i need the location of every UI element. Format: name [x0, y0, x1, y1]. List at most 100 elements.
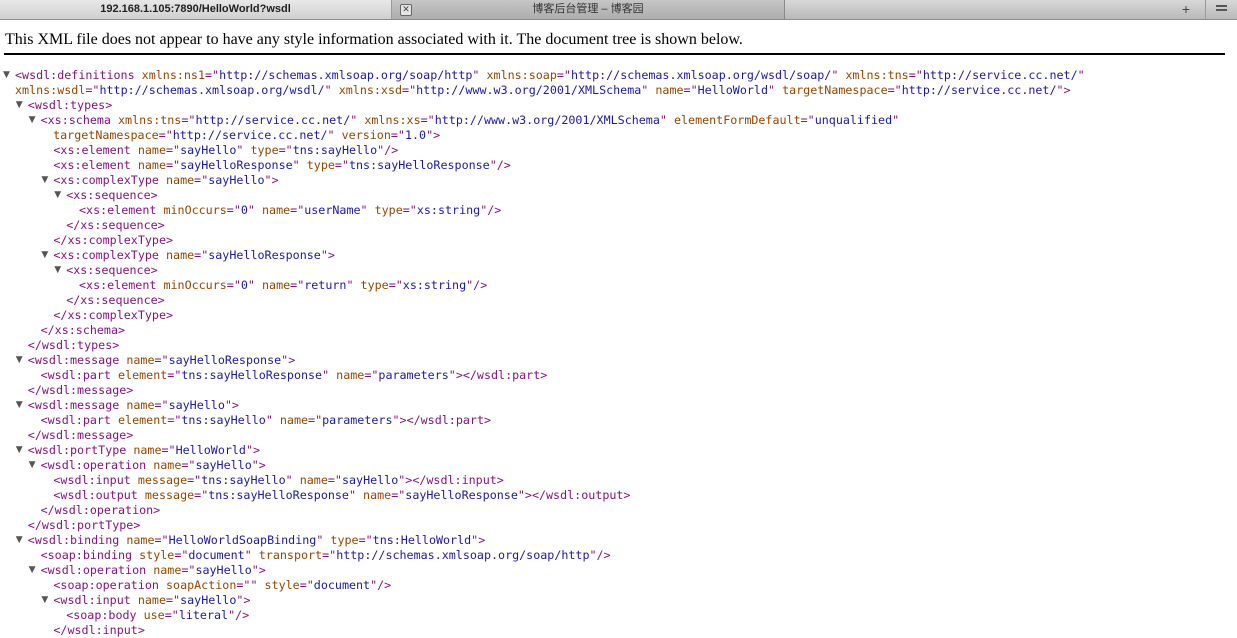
xml-line: <xs:element name="sayHello" type="tns:sa…	[53, 143, 398, 158]
xml-tag-text: ="	[194, 488, 209, 502]
vertical-scrollbar[interactable]	[1225, 20, 1237, 633]
xml-attr-name: transport	[258, 548, 323, 562]
xml-attr-value: sayHelloResponse	[168, 353, 282, 367]
tab-overview-icon[interactable]	[1205, 0, 1237, 19]
collapse-toggle-icon[interactable]: ▼	[41, 173, 48, 188]
xml-attr-value: tns:sayHello	[201, 473, 286, 487]
xml-tag-text: ="	[327, 473, 342, 487]
xml-line: targetNamespace="http://service.cc.net/"…	[53, 128, 440, 143]
xml-line: </wsdl:portType>	[28, 518, 141, 533]
xml-attr-name: name	[262, 278, 291, 292]
xml-attr-value: http://service.cc.net/	[922, 68, 1078, 82]
xml-tag-text	[159, 173, 166, 187]
close-tab-icon[interactable]: ✕	[400, 4, 412, 16]
xml-tag-text: "	[659, 113, 674, 127]
xml-line: </wsdl:operation>	[41, 503, 161, 518]
xml-line: ▼ <wsdl:portType name="HelloWorld">	[16, 443, 260, 458]
xml-attr-name: xmlns:tns	[845, 68, 909, 82]
collapse-toggle-icon[interactable]: ▼	[3, 68, 10, 83]
xml-tag-text: ="	[174, 548, 189, 562]
xml-tag-text: <wsdl:part	[40, 368, 111, 382]
xml-tag-text: "	[247, 278, 262, 292]
collapse-toggle-icon[interactable]: ▼	[16, 443, 23, 458]
xml-tag-text: "	[324, 83, 339, 97]
xml-tag-text: "	[831, 68, 846, 82]
xml-attr-name: targetNamespace	[782, 83, 888, 97]
xml-tag-text: ="	[290, 203, 305, 217]
xml-tag-text: ="	[194, 248, 209, 262]
tab-helloworld-wsdl[interactable]: 192.168.1.105:7890/HelloWorld?wsdl	[0, 0, 392, 19]
xml-tag-text: ">	[426, 128, 441, 142]
xml-tag-text: "	[1077, 68, 1085, 82]
xml-tag-text: <xs:sequence>	[66, 188, 158, 202]
xml-attr-value: tns:sayHello	[292, 143, 378, 157]
xml-tag-text: </xs:complexType>	[53, 308, 174, 322]
collapse-toggle-icon[interactable]: ▼	[54, 263, 61, 278]
xml-attr-name: version	[341, 128, 391, 142]
collapse-toggle-icon[interactable]: ▼	[41, 248, 48, 263]
xml-attr-value: sayHello	[341, 473, 399, 487]
new-tab-button[interactable]: +	[1180, 0, 1192, 19]
xml-attr-name: xmlns:wsdl	[15, 83, 86, 97]
xml-line: ▼ <xs:sequence>	[54, 263, 157, 278]
xml-line: <xs:element minOccurs="0" name="return" …	[79, 278, 487, 293]
xml-tag-text: "/>	[228, 608, 250, 622]
xml-tag-text: "></wsdl:part>	[448, 368, 548, 382]
xml-tag-text: ="	[322, 548, 337, 562]
xml-attr-value: sayHello	[168, 398, 225, 412]
xml-attr-value: 1.0	[404, 128, 427, 142]
xml-tag-text: ="	[683, 83, 698, 97]
tab-blog-admin[interactable]: ✕ 博客后台管理 – 博客园	[392, 0, 785, 19]
xml-attr-value: sayHello	[180, 143, 237, 157]
xml-tag-text: <soap:binding	[40, 548, 133, 562]
xml-tag-text: </xs:complexType>	[53, 233, 174, 247]
xml-tag-text: "	[346, 278, 361, 292]
xml-tag-text	[131, 473, 138, 487]
xml-line: ▼ <xs:schema xmlns:tns="http://service.cc…	[29, 113, 900, 128]
xml-tag-text: "	[767, 83, 783, 97]
xml-attr-value: http://service.cc.net/	[195, 113, 351, 127]
xml-tag-text: ="	[181, 458, 196, 472]
xml-tag-text: ">	[471, 533, 486, 547]
xml-attr-value: sayHello	[208, 173, 265, 187]
tab-bar: 192.168.1.105:7890/HelloWorld?wsdl ✕ 博客后…	[0, 0, 1237, 20]
xml-tag-text: </xs:schema>	[40, 323, 126, 337]
xml-tag-text: ="	[226, 203, 241, 217]
xml-attr-value: userName	[304, 203, 361, 217]
xml-attr-value: HelloWorld	[697, 83, 768, 97]
xml-tag-text: "></wsdl:part>	[392, 413, 492, 427]
xml-attr-value: http://schemas.xmlsoap.org/soap/http	[219, 68, 473, 82]
xml-attr-name: name	[133, 443, 162, 457]
xml-line: </xs:sequence>	[66, 293, 165, 308]
xml-tag-text: "	[244, 548, 259, 562]
tab-label: 博客后台管理 – 博客园	[532, 3, 644, 15]
collapse-toggle-icon[interactable]: ▼	[41, 593, 48, 608]
collapse-toggle-icon[interactable]: ▼	[16, 398, 23, 413]
xml-tag-text: <wsdl:binding	[27, 533, 120, 547]
xml-tag-text: <wsdl:message	[27, 398, 120, 412]
collapse-toggle-icon[interactable]: ▼	[54, 188, 61, 203]
collapse-toggle-icon[interactable]: ▼	[29, 458, 36, 473]
xml-tag-text: <wsdl:definitions	[15, 68, 135, 82]
xml-tag-text: ="	[226, 278, 241, 292]
collapse-toggle-icon[interactable]: ▼	[16, 98, 23, 113]
xml-tag-text: "	[316, 533, 331, 547]
xml-tag-text: <xs:element	[79, 203, 157, 217]
collapse-toggle-icon[interactable]: ▼	[16, 533, 23, 548]
xml-tag-text: ="	[167, 413, 182, 427]
xml-tag-text: ">	[251, 458, 266, 472]
xml-tag-text	[159, 248, 166, 262]
xml-tag-text: ">	[236, 593, 251, 607]
xml-attr-value: unqualified	[814, 113, 893, 127]
xml-attr-name: xmlns:ns1	[141, 68, 206, 82]
collapse-toggle-icon[interactable]: ▼	[29, 113, 36, 128]
xml-line: </wsdl:input>	[53, 623, 144, 638]
collapse-toggle-icon[interactable]: ▼	[16, 353, 23, 368]
xml-attr-name: minOccurs	[163, 203, 227, 217]
collapse-toggle-icon[interactable]: ▼	[29, 563, 36, 578]
xml-attr-name: name	[299, 473, 328, 487]
xml-attr-value: parameters	[378, 368, 449, 382]
xml-tag-text: ="	[194, 173, 209, 187]
xml-tag-text: "	[892, 113, 900, 127]
xml-line: </wsdl:types>	[28, 338, 119, 353]
